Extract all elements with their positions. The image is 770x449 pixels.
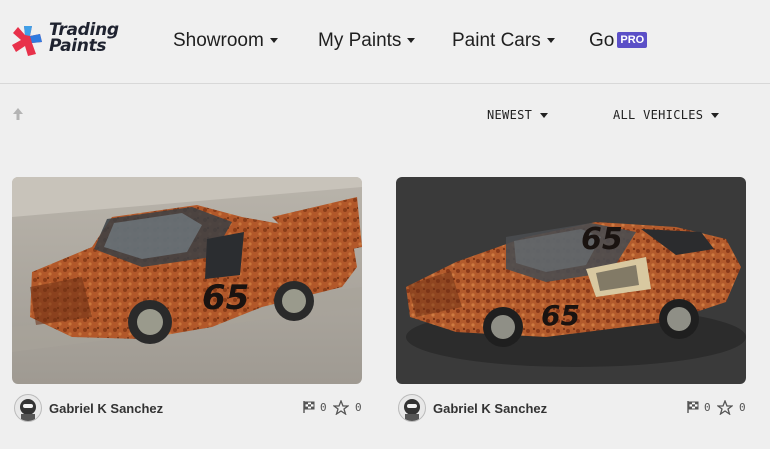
- vehicle-filter-label: ALL VEHICLES: [613, 108, 704, 122]
- trading-paints-logo[interactable]: Trading Paints: [10, 22, 140, 62]
- author-name: Gabriel K Sanchez: [433, 401, 548, 416]
- logo-mark-icon: [12, 26, 42, 56]
- paint-card-image[interactable]: 65: [12, 177, 362, 384]
- caret-down-icon: [546, 38, 555, 44]
- nav-showroom-label: Showroom: [173, 30, 264, 51]
- camaro-render-image: 65 65: [396, 177, 746, 384]
- avatar: [14, 394, 42, 422]
- logo-text: Trading Paints: [49, 22, 149, 56]
- caret-down-icon: [269, 38, 278, 44]
- checkered-flag-icon: [303, 401, 315, 413]
- car-number-text: 65: [541, 299, 580, 332]
- paint-card-image[interactable]: 65 65: [396, 177, 746, 384]
- caret-down-icon: [407, 38, 416, 44]
- nav-paint-cars[interactable]: Paint Cars: [452, 30, 555, 54]
- checkered-count: 0: [320, 401, 327, 414]
- paint-stats: 0 0: [302, 400, 362, 416]
- caret-down-icon: [540, 113, 549, 118]
- nav-go-pro[interactable]: Go PRO: [589, 30, 648, 54]
- author-name: Gabriel K Sanchez: [49, 401, 164, 416]
- pro-badge: PRO: [617, 32, 648, 48]
- car-number-roof-text: 65: [581, 222, 623, 257]
- logo-line-2: Paints: [49, 36, 107, 56]
- sort-dropdown[interactable]: NEWEST: [487, 108, 549, 122]
- nav-my-paints[interactable]: My Paints: [318, 30, 416, 54]
- helmet-avatar-icon: [20, 399, 36, 421]
- checkered-count: 0: [704, 401, 711, 414]
- star-count: 0: [739, 401, 746, 414]
- helmet-avatar-icon: [404, 399, 420, 421]
- car-number-text: 65: [202, 278, 249, 318]
- nav-my-paints-label: My Paints: [318, 30, 402, 51]
- truck-render-image: 65: [12, 177, 362, 384]
- caret-down-icon: [711, 113, 720, 118]
- sort-label: NEWEST: [487, 108, 533, 122]
- avatar: [398, 394, 426, 422]
- paint-stats: 0 0: [686, 400, 746, 416]
- nav-showroom[interactable]: Showroom: [173, 30, 278, 54]
- star-count: 0: [355, 401, 362, 414]
- checkered-flag-icon: [687, 401, 699, 413]
- vehicle-filter-dropdown[interactable]: ALL VEHICLES: [613, 108, 720, 122]
- nav-paint-cars-label: Paint Cars: [452, 30, 541, 51]
- top-navigation-bar: Trading Paints Showroom My Paints Paint …: [0, 0, 770, 84]
- star-icon[interactable]: [717, 400, 733, 415]
- star-icon[interactable]: [333, 400, 349, 415]
- nav-go-label: Go: [589, 30, 615, 51]
- arrow-up-icon[interactable]: [10, 106, 26, 122]
